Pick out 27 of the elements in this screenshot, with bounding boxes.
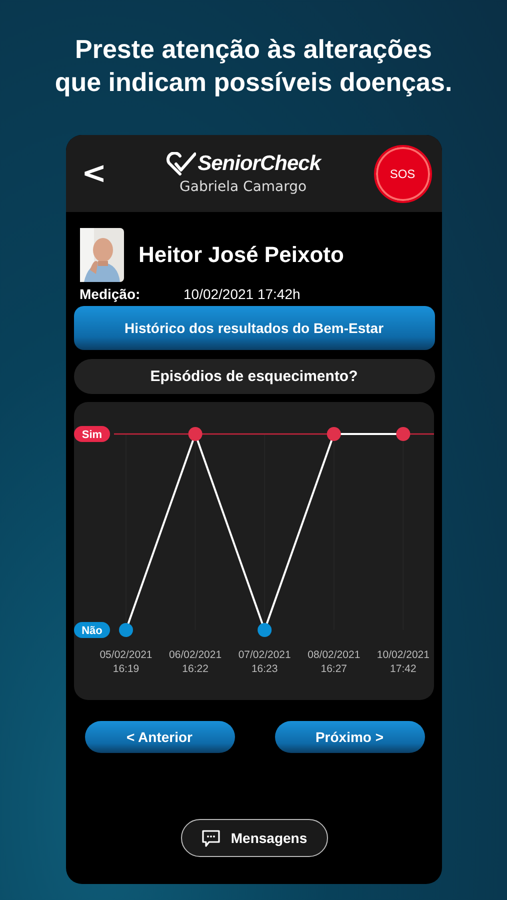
headline: Preste atenção às alterações que indicam possíveis doenças. <box>54 33 454 99</box>
history-button[interactable]: Histórico dos resultados do Bem-Estar <box>74 306 434 350</box>
patient-name: Heitor José Peixoto <box>138 242 344 268</box>
date-label: 10/02/2021 17:42 <box>376 649 429 675</box>
date-label: 05/02/2021 16:19 <box>99 649 152 675</box>
previous-button[interactable]: < Anterior <box>84 721 234 753</box>
data-point <box>396 427 410 441</box>
chat-icon <box>200 828 221 848</box>
date-label: 07/02/2021 16:23 <box>238 649 290 675</box>
data-point <box>326 427 340 441</box>
measurement-date: 10/02/2021 17:42h <box>184 286 300 302</box>
data-point <box>188 427 202 441</box>
next-button[interactable]: Próximo > <box>274 721 424 753</box>
messages-button[interactable]: Mensagens <box>180 819 328 857</box>
axis-label: Não <box>74 622 110 638</box>
user-name: Gabriela Camargo <box>180 179 307 195</box>
sos-button[interactable]: SOS <box>376 146 430 200</box>
heart-check-icon <box>166 152 196 176</box>
axis-label: Sim <box>74 426 110 442</box>
back-button[interactable]: < <box>78 156 111 191</box>
measurement-label: Medição: <box>80 286 142 302</box>
data-point <box>257 623 272 637</box>
data-point <box>118 623 132 637</box>
date-label: 08/02/2021 16:27 <box>307 649 360 675</box>
date-label: 06/02/2021 16:22 <box>168 649 222 675</box>
app-logo: SeniorCheck <box>198 152 321 176</box>
question-title: Episódios de esquecimento? <box>74 359 434 394</box>
